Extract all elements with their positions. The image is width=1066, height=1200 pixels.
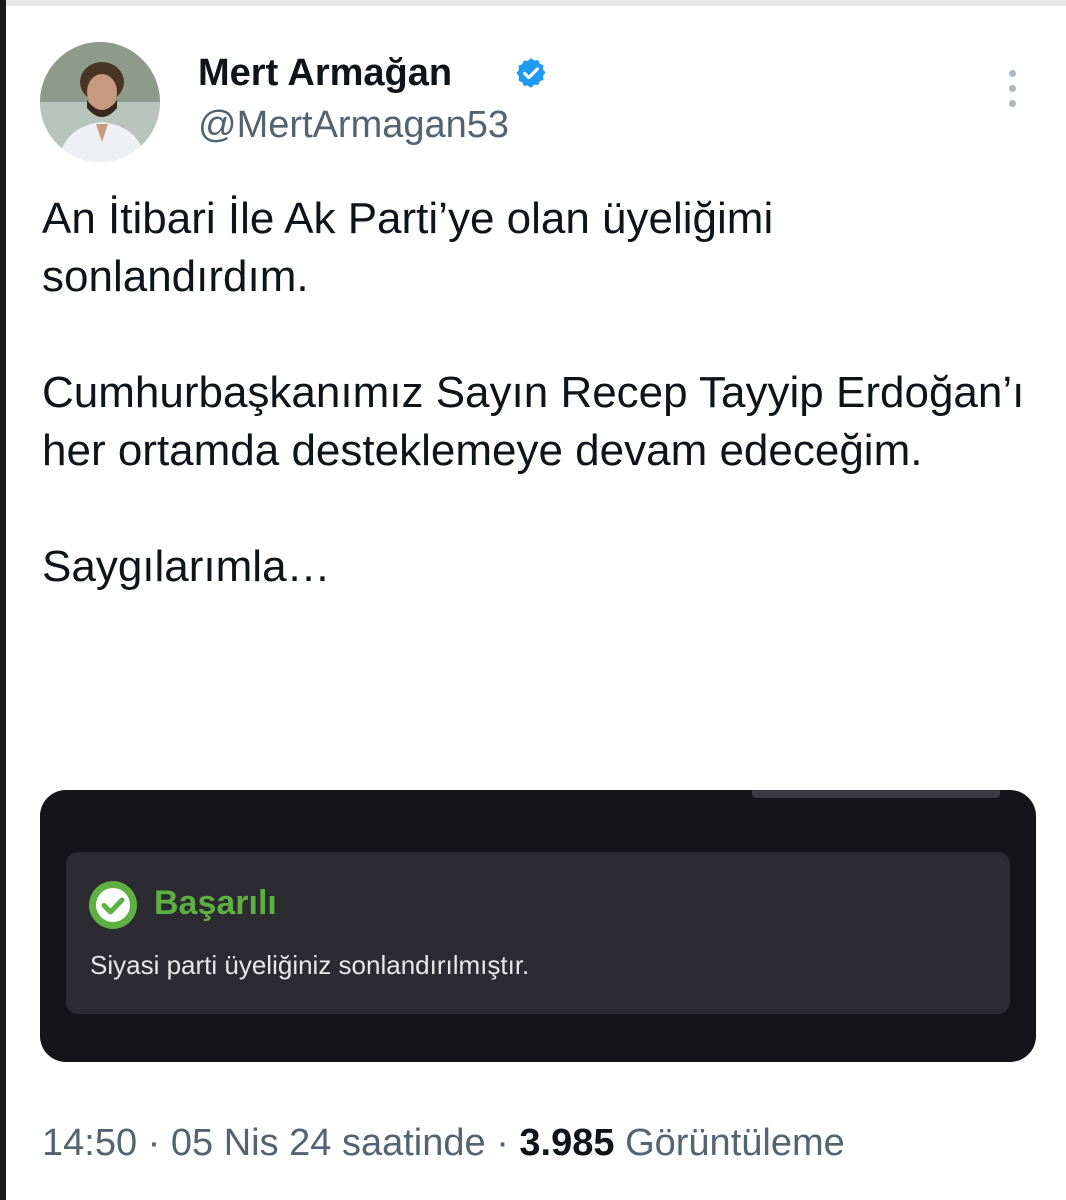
meta-separator: ·	[147, 1122, 161, 1164]
success-toast: Başarılı Siyasi parti üyeliğiniz sonland…	[66, 852, 1010, 1014]
views-label: Görüntüleme	[625, 1122, 845, 1164]
author-name[interactable]: Mert Armağan	[198, 52, 452, 95]
toast-message: Siyasi parti üyeliğiniz sonlandırılmıştı…	[90, 950, 530, 980]
tweet-meta: 14:50 · 05 Nis 24 saatinde · 3.985 Görün…	[42, 1122, 845, 1165]
avatar-photo	[40, 42, 160, 162]
frame-left-border	[0, 0, 6, 1200]
tweet-date[interactable]: 05 Nis 24 saatinde	[171, 1122, 486, 1164]
tweet-paragraph: Cumhurbaşkanımız Sayın Recep Tayyip Erdo…	[42, 368, 1025, 475]
toast-title: Başarılı	[154, 884, 277, 922]
attached-screenshot[interactable]: Başarılı Siyasi parti üyeliğiniz sonland…	[40, 790, 1036, 1062]
tweet-text: An İtibari İle Ak Parti’ye olan üyeliğim…	[42, 190, 1032, 596]
avatar[interactable]	[40, 42, 160, 162]
tweet-paragraph: Saygılarımla…	[42, 542, 331, 591]
check-circle-icon	[89, 881, 137, 929]
tweet-time[interactable]: 14:50	[42, 1122, 137, 1164]
screenshot-top-bar	[752, 790, 1000, 798]
more-vertical-icon[interactable]	[1000, 70, 1024, 114]
meta-separator: ·	[496, 1122, 509, 1164]
verified-badge-icon	[516, 58, 546, 88]
views-count: 3.985	[519, 1122, 615, 1164]
author-handle[interactable]: @MertArmagan53	[198, 104, 509, 147]
tweet-paragraph: An İtibari İle Ak Parti’ye olan üyeliğim…	[42, 194, 774, 301]
frame-top-border	[0, 0, 1066, 6]
